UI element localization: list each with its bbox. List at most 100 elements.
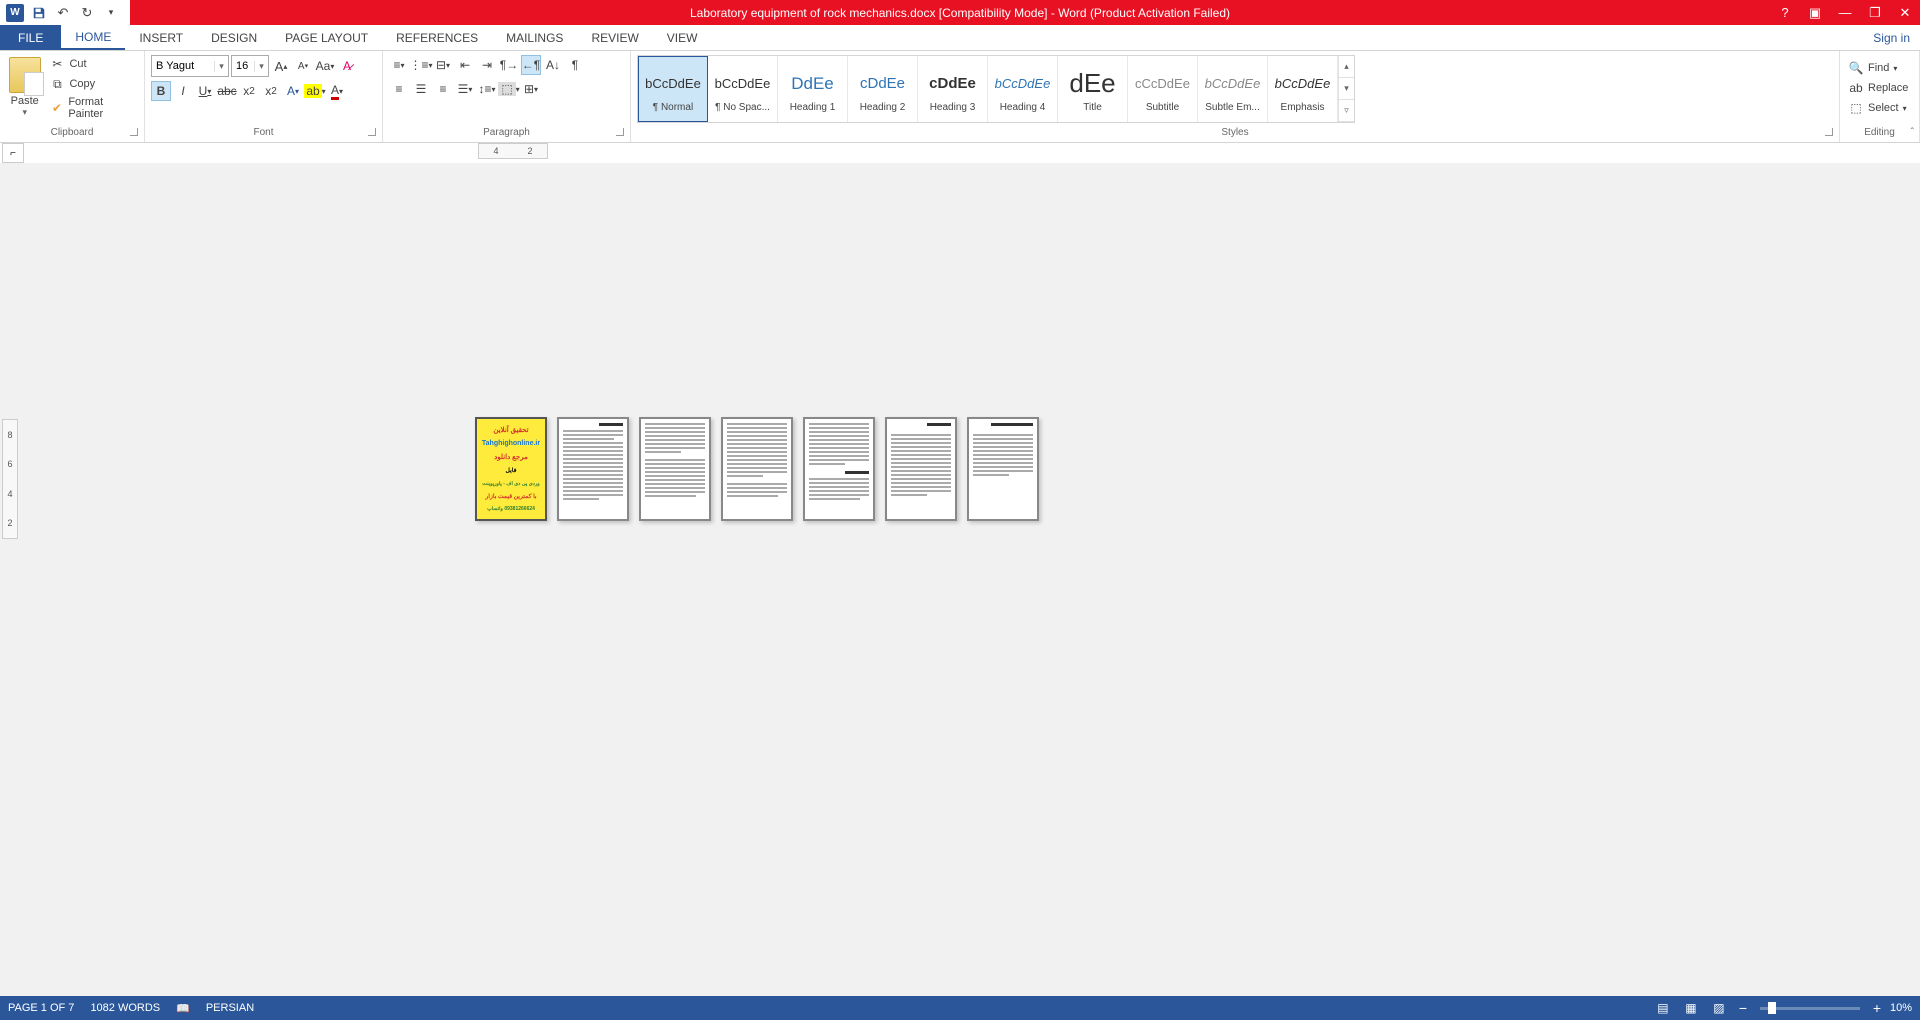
cut-button[interactable]: ✂Cut bbox=[47, 55, 138, 73]
style-heading4[interactable]: bCcDdEeHeading 4 bbox=[988, 56, 1058, 122]
page-indicator[interactable]: PAGE 1 OF 7 bbox=[8, 1002, 74, 1014]
text-effects-button[interactable]: A▾ bbox=[283, 81, 303, 101]
zoom-out-button[interactable]: − bbox=[1736, 1000, 1750, 1016]
align-center-button[interactable]: ☰ bbox=[411, 79, 431, 99]
paste-button[interactable]: Paste ▾ bbox=[6, 55, 43, 121]
copy-button[interactable]: ⧉Copy bbox=[47, 75, 138, 93]
align-left-button[interactable]: ≡ bbox=[389, 79, 409, 99]
tab-design[interactable]: DESIGN bbox=[197, 25, 271, 50]
superscript-button[interactable]: x2 bbox=[261, 81, 281, 101]
redo-button[interactable]: ↻ bbox=[76, 2, 98, 24]
line-spacing-button[interactable]: ↕≡▾ bbox=[477, 79, 497, 99]
style-heading2[interactable]: cDdEeHeading 2 bbox=[848, 56, 918, 122]
shading-button[interactable]: ⬚▾ bbox=[499, 79, 519, 99]
web-layout-button[interactable]: ▨ bbox=[1708, 998, 1730, 1018]
tab-review[interactable]: REVIEW bbox=[577, 25, 652, 50]
styles-launcher-icon[interactable] bbox=[1825, 128, 1833, 136]
clipboard-launcher-icon[interactable] bbox=[130, 128, 138, 136]
restore-button[interactable]: ❐ bbox=[1860, 0, 1890, 25]
grow-font-button[interactable]: A▴ bbox=[271, 56, 291, 76]
font-name-combo[interactable]: ▾ bbox=[151, 55, 229, 77]
page-thumb-7[interactable] bbox=[967, 417, 1039, 521]
style-emphasis[interactable]: bCcDdEeEmphasis bbox=[1268, 56, 1338, 122]
read-mode-button[interactable]: ▤ bbox=[1652, 998, 1674, 1018]
sort-button[interactable]: A↓ bbox=[543, 55, 563, 75]
tab-page-layout[interactable]: PAGE LAYOUT bbox=[271, 25, 382, 50]
font-size-input[interactable] bbox=[232, 60, 254, 72]
font-size-combo[interactable]: ▾ bbox=[231, 55, 269, 77]
language-indicator[interactable]: PERSIAN bbox=[206, 1002, 254, 1014]
page-thumb-1[interactable]: تحقیق آنلاین Tahghighonline.ir مرجع دانل… bbox=[475, 417, 547, 521]
increase-indent-button[interactable]: ⇥ bbox=[477, 55, 497, 75]
numbering-button[interactable]: ⋮≡▾ bbox=[411, 55, 431, 75]
ltr-direction-button[interactable]: ¶→ bbox=[499, 55, 519, 75]
justify-button[interactable]: ☰▾ bbox=[455, 79, 475, 99]
tab-references[interactable]: REFERENCES bbox=[382, 25, 492, 50]
tab-insert[interactable]: INSERT bbox=[125, 25, 197, 50]
replace-button[interactable]: abReplace bbox=[1846, 79, 1913, 97]
word-count[interactable]: 1082 WORDS bbox=[90, 1002, 160, 1014]
style-subtle-emphasis[interactable]: bCcDdEeSubtle Em... bbox=[1198, 56, 1268, 122]
clear-formatting-button[interactable]: A̷ bbox=[337, 56, 357, 76]
font-name-input[interactable] bbox=[152, 60, 214, 72]
italic-button[interactable]: I bbox=[173, 81, 193, 101]
word-app-icon[interactable]: W bbox=[4, 2, 26, 24]
rtl-direction-button[interactable]: ←¶ bbox=[521, 55, 541, 75]
paragraph-launcher-icon[interactable] bbox=[616, 128, 624, 136]
borders-button[interactable]: ⊞▾ bbox=[521, 79, 541, 99]
zoom-thumb[interactable] bbox=[1768, 1002, 1776, 1014]
style-heading3[interactable]: cDdEeHeading 3 bbox=[918, 56, 988, 122]
undo-button[interactable]: ↶ bbox=[52, 2, 74, 24]
page-thumb-3[interactable] bbox=[639, 417, 711, 521]
chevron-down-icon[interactable]: ▾ bbox=[254, 61, 268, 72]
page-thumb-6[interactable] bbox=[885, 417, 957, 521]
bold-button[interactable]: B bbox=[151, 81, 171, 101]
ribbon-display-button[interactable]: ▣ bbox=[1800, 0, 1830, 25]
align-right-button[interactable]: ≡ bbox=[433, 79, 453, 99]
select-button[interactable]: ⬚Select▾ bbox=[1846, 99, 1913, 117]
font-launcher-icon[interactable] bbox=[368, 128, 376, 136]
shrink-font-button[interactable]: A▾ bbox=[293, 56, 313, 76]
underline-button[interactable]: U▾ bbox=[195, 81, 215, 101]
style-no-spacing[interactable]: bCcDdEe¶ No Spac... bbox=[708, 56, 778, 122]
gallery-up-icon[interactable]: ▴ bbox=[1339, 56, 1354, 78]
show-marks-button[interactable]: ¶ bbox=[565, 55, 585, 75]
subscript-button[interactable]: x2 bbox=[239, 81, 259, 101]
tab-mailings[interactable]: MAILINGS bbox=[492, 25, 577, 50]
horizontal-ruler[interactable]: 42 bbox=[478, 143, 548, 159]
gallery-down-icon[interactable]: ▾ bbox=[1339, 78, 1354, 100]
gallery-more-icon[interactable]: ▿ bbox=[1339, 100, 1354, 122]
decrease-indent-button[interactable]: ⇤ bbox=[455, 55, 475, 75]
tab-view[interactable]: VIEW bbox=[653, 25, 712, 50]
strikethrough-button[interactable]: abc bbox=[217, 81, 237, 101]
zoom-level[interactable]: 10% bbox=[1890, 1002, 1912, 1014]
collapse-ribbon-icon[interactable]: ˆ bbox=[1911, 127, 1914, 138]
style-normal[interactable]: bCcDdEe¶ Normal bbox=[638, 56, 708, 122]
page-thumb-2[interactable] bbox=[557, 417, 629, 521]
bullets-button[interactable]: ≡▾ bbox=[389, 55, 409, 75]
style-subtitle[interactable]: cCcDdEeSubtitle bbox=[1128, 56, 1198, 122]
minimize-button[interactable]: — bbox=[1830, 0, 1860, 25]
save-button[interactable] bbox=[28, 2, 50, 24]
highlight-button[interactable]: ab▾ bbox=[305, 81, 325, 101]
help-button[interactable]: ? bbox=[1770, 0, 1800, 25]
multilevel-list-button[interactable]: ⊟▾ bbox=[433, 55, 453, 75]
font-color-button[interactable]: A▾ bbox=[327, 81, 347, 101]
proofing-icon[interactable]: 📖 bbox=[176, 1002, 190, 1015]
page-thumb-4[interactable] bbox=[721, 417, 793, 521]
vertical-ruler[interactable]: 2468 bbox=[2, 419, 18, 539]
format-painter-button[interactable]: ✔Format Painter bbox=[47, 95, 138, 121]
style-heading1[interactable]: DdEeHeading 1 bbox=[778, 56, 848, 122]
signin-link[interactable]: Sign in bbox=[1873, 25, 1910, 51]
tab-stop-selector[interactable]: ⌐ bbox=[2, 143, 24, 163]
zoom-in-button[interactable]: + bbox=[1870, 1000, 1884, 1016]
print-layout-button[interactable]: ▦ bbox=[1680, 998, 1702, 1018]
file-tab[interactable]: FILE bbox=[0, 25, 61, 50]
qat-customize-icon[interactable]: ▾ bbox=[100, 2, 122, 24]
chevron-down-icon[interactable]: ▾ bbox=[214, 61, 228, 72]
change-case-button[interactable]: Aa▾ bbox=[315, 56, 335, 76]
zoom-slider[interactable] bbox=[1760, 1007, 1860, 1010]
close-button[interactable]: ✕ bbox=[1890, 0, 1920, 25]
find-button[interactable]: 🔍Find▾ bbox=[1846, 59, 1913, 77]
page-thumb-5[interactable] bbox=[803, 417, 875, 521]
